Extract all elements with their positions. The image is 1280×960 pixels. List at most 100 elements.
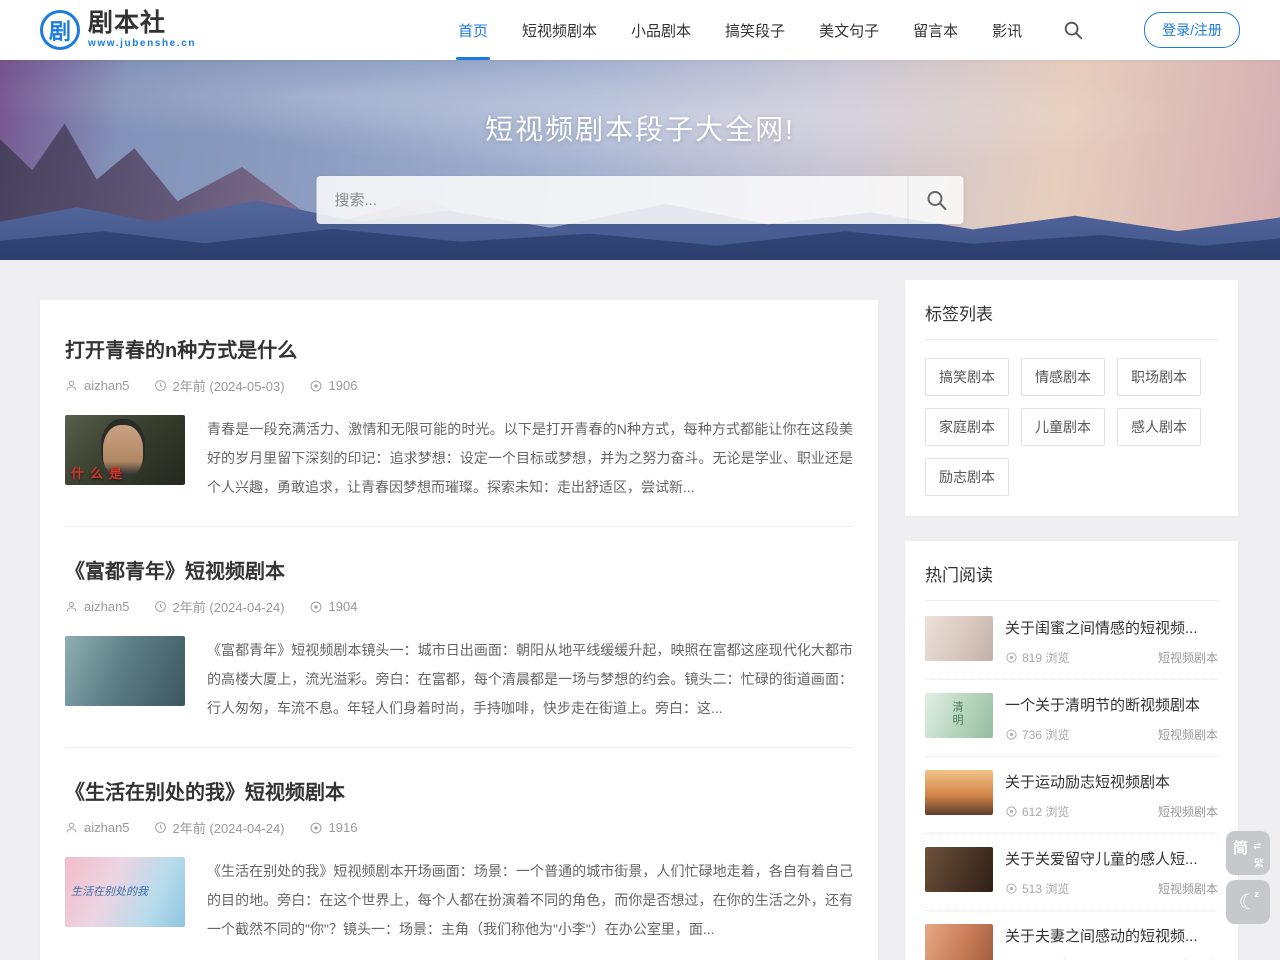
tag-funny[interactable]: 搞笑剧本 <box>925 358 1009 396</box>
hot-item-thumbnail[interactable] <box>925 616 993 661</box>
hot-item-thumbnail[interactable] <box>925 924 993 960</box>
user-icon <box>65 600 78 613</box>
hot-read-item[interactable]: 关于闺蜜之间情感的短视频... 819 浏览 短视频剧本 <box>925 603 1218 680</box>
article-meta: aizhan5 2年前 (2024-05-03) 1906 <box>65 376 853 395</box>
tag-family[interactable]: 家庭剧本 <box>925 408 1009 446</box>
eye-icon <box>309 379 323 393</box>
hot-item-thumbnail[interactable] <box>925 847 993 892</box>
hot-read-item[interactable]: 关于运动励志短视频剧本 612 浏览 短视频剧本 <box>925 757 1218 834</box>
hero-title: 短视频剧本段子大全网! <box>0 108 1280 148</box>
hot-read-item[interactable]: 关于关爱留守儿童的感人短... 513 浏览 短视频剧本 <box>925 834 1218 911</box>
date-meta: 2年前 (2024-05-03) <box>154 376 285 395</box>
user-icon <box>65 379 78 392</box>
eye-icon <box>309 600 323 614</box>
hot-item-title[interactable]: 关于闺蜜之间情感的短视频... <box>1005 617 1218 638</box>
tag-touching[interactable]: 感人剧本 <box>1117 408 1201 446</box>
clock-icon <box>154 821 167 834</box>
clock-icon <box>154 600 167 613</box>
author-name: aizhan5 <box>84 599 130 614</box>
tag-list: 搞笑剧本 情感剧本 职场剧本 家庭剧本 儿童剧本 感人剧本 励志剧本 <box>925 358 1218 502</box>
view-count: 1906 <box>329 378 358 393</box>
hero-banner: 短视频剧本段子大全网! <box>0 60 1280 260</box>
thumbnail-caption: 什么是 <box>71 463 128 482</box>
thumbnail-caption: 清明 <box>949 701 965 727</box>
hot-item-title[interactable]: 一个关于清明节的断视频剧本 <box>1005 694 1218 715</box>
article-item: 打开青春的n种方式是什么 aizhan5 2年前 (2024-05-03) 19… <box>65 306 853 527</box>
hot-item-category[interactable]: 短视频剧本 <box>1158 649 1218 666</box>
article-thumbnail[interactable]: 生活在别处的我 <box>65 857 185 927</box>
hot-item-category[interactable]: 短视频剧本 <box>1158 726 1218 743</box>
hot-reads-list: 关于闺蜜之间情感的短视频... 819 浏览 短视频剧本 清明 <box>925 603 1218 960</box>
nav-item-guestbook[interactable]: 留言本 <box>913 0 958 60</box>
login-register-button[interactable]: 登录/注册 <box>1144 12 1240 48</box>
header: 剧 剧本社 www.jubenshe.cn 首页 短视频剧本 小品剧本 搞笑段子… <box>0 0 1280 60</box>
hero-search-bar <box>317 176 964 224</box>
tag-inspirational[interactable]: 励志剧本 <box>925 458 1009 496</box>
logo-text: 剧本社 www.jubenshe.cn <box>88 11 196 49</box>
article-meta: aizhan5 2年前 (2024-04-24) 1916 <box>65 818 853 837</box>
date-meta: 2年前 (2024-04-24) <box>154 818 285 837</box>
nav-item-funny-jokes[interactable]: 搞笑段子 <box>725 0 785 60</box>
logo-circle-icon: 剧 <box>40 10 80 50</box>
user-icon <box>65 821 78 834</box>
hot-item-category[interactable]: 短视频剧本 <box>1158 880 1218 897</box>
tag-children[interactable]: 儿童剧本 <box>1021 408 1105 446</box>
hot-item-views: 736 浏览 <box>1005 726 1069 743</box>
article-title[interactable]: 打开青春的n种方式是什么 <box>65 334 853 363</box>
hot-item-views: 612 浏览 <box>1005 803 1069 820</box>
article-excerpt: 《富都青年》短视频剧本镜头一：城市日出画面：朝阳从地平线缓缓升起，映照在富都这座… <box>207 636 853 723</box>
hot-read-item[interactable]: 关于夫妻之间感动的短视频... 493 浏览 短视频剧本 <box>925 911 1218 960</box>
publish-date: 2年前 (2024-04-24) <box>173 818 285 837</box>
sidebar: 标签列表 搞笑剧本 情感剧本 职场剧本 家庭剧本 儿童剧本 感人剧本 励志剧本 … <box>905 280 1238 960</box>
hot-item-title[interactable]: 关于关爱留守儿童的感人短... <box>1005 848 1218 869</box>
hot-read-item[interactable]: 清明 一个关于清明节的断视频剧本 736 浏览 短视频剧本 <box>925 680 1218 757</box>
article-thumbnail[interactable] <box>65 636 185 706</box>
hot-reads-card: 热门阅读 关于闺蜜之间情感的短视频... 819 浏览 短视频剧本 <box>905 541 1238 960</box>
tag-emotion[interactable]: 情感剧本 <box>1021 358 1105 396</box>
eye-icon <box>1005 728 1018 741</box>
hero-search-input[interactable] <box>317 176 908 224</box>
publish-date: 2年前 (2024-04-24) <box>173 597 285 616</box>
site-logo[interactable]: 剧 剧本社 www.jubenshe.cn <box>40 10 196 50</box>
hot-item-views: 513 浏览 <box>1005 880 1069 897</box>
view-count: 1904 <box>329 599 358 614</box>
nav-item-sketch-scripts[interactable]: 小品剧本 <box>631 0 691 60</box>
nav-item-beautiful-sentences[interactable]: 美文句子 <box>819 0 879 60</box>
eye-icon <box>1005 882 1018 895</box>
hot-item-category[interactable]: 短视频剧本 <box>1158 803 1218 820</box>
views-meta: 1916 <box>309 820 358 835</box>
traditional-char: 繁 <box>1254 855 1264 870</box>
hot-reads-title: 热门阅读 <box>925 561 1218 601</box>
tag-list-card: 标签列表 搞笑剧本 情感剧本 职场剧本 家庭剧本 儿童剧本 感人剧本 励志剧本 <box>905 280 1238 516</box>
clock-icon <box>154 379 167 392</box>
floating-buttons: 简 ⇄ 繁 ☾ z <box>1226 831 1270 924</box>
article-title[interactable]: 《富都青年》短视频剧本 <box>65 555 853 584</box>
nav-item-movie-news[interactable]: 影讯 <box>992 0 1022 60</box>
dark-mode-toggle-button[interactable]: ☾ z <box>1226 880 1270 924</box>
nav-item-home[interactable]: 首页 <box>458 0 488 60</box>
logo-char: 剧 <box>49 14 71 46</box>
search-icon[interactable] <box>1062 19 1084 41</box>
tag-list-title: 标签列表 <box>925 300 1218 340</box>
simplified-traditional-toggle-button[interactable]: 简 ⇄ 繁 <box>1226 831 1270 875</box>
author-meta: aizhan5 <box>65 378 130 393</box>
article-thumbnail[interactable]: 什么是 <box>65 415 185 485</box>
article-title[interactable]: 《生活在别处的我》短视频剧本 <box>65 776 853 805</box>
eye-icon <box>309 821 323 835</box>
author-meta: aizhan5 <box>65 599 130 614</box>
hero-search-button[interactable] <box>908 176 964 224</box>
article-item: 《富都青年》短视频剧本 aizhan5 2年前 (2024-04-24) 190… <box>65 527 853 748</box>
article-excerpt: 青春是一段充满活力、激情和无限可能的时光。以下是打开青春的N种方式，每种方式都能… <box>207 415 853 502</box>
article-meta: aizhan5 2年前 (2024-04-24) 1904 <box>65 597 853 616</box>
article-list: 打开青春的n种方式是什么 aizhan5 2年前 (2024-05-03) 19… <box>40 300 878 960</box>
tag-workplace[interactable]: 职场剧本 <box>1117 358 1201 396</box>
main-content: 打开青春的n种方式是什么 aizhan5 2年前 (2024-05-03) 19… <box>0 280 1280 960</box>
hot-item-title[interactable]: 关于运动励志短视频剧本 <box>1005 771 1218 792</box>
nav-item-short-video-scripts[interactable]: 短视频剧本 <box>522 0 597 60</box>
hot-item-thumbnail[interactable]: 清明 <box>925 693 993 738</box>
hot-item-title[interactable]: 关于夫妻之间感动的短视频... <box>1005 925 1218 946</box>
simplified-char: 简 <box>1233 837 1248 858</box>
thumbnail-caption: 生活在别处的我 <box>71 883 148 899</box>
hot-item-thumbnail[interactable] <box>925 770 993 815</box>
author-name: aizhan5 <box>84 820 130 835</box>
